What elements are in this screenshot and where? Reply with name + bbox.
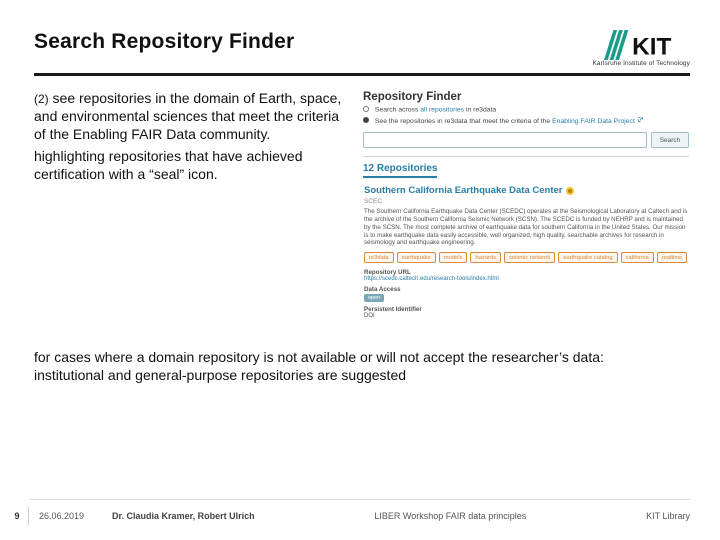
footer-date: 26.06.2019 (39, 511, 84, 521)
lower-p1: for cases where a domain repository is n… (34, 349, 690, 367)
rf-entry-acronym: SCEC (364, 198, 688, 205)
tag[interactable]: re3data (364, 252, 394, 263)
rf-option-all[interactable]: Search across all repositories in re3dat… (363, 106, 689, 115)
body-text-left: (2) see repositories in the domain of Ea… (34, 90, 344, 321)
external-link-icon (637, 116, 644, 123)
paragraph-2: highlighting repositories that have achi… (34, 148, 344, 184)
meta-pid-label: Persistent Identifier (364, 306, 688, 313)
rf-entry-description: The Southern California Earthquake Data … (364, 208, 688, 247)
rf-link-all[interactable]: all repositories (420, 106, 464, 113)
rf-search-button[interactable]: Search (651, 132, 689, 148)
footer-authors: Dr. Claudia Kramer, Robert Ulrich (112, 511, 255, 521)
svg-text:KIT: KIT (632, 33, 671, 60)
rf-search-input[interactable] (363, 132, 647, 148)
rf-entry-title[interactable]: Southern California Earthquake Data Cent… (364, 185, 562, 196)
rf-option-fair[interactable]: See the repositories in re3data that mee… (363, 116, 689, 126)
footer-library: KIT Library (646, 511, 690, 521)
rf-result-count: 12 Repositories (363, 163, 437, 178)
tag[interactable]: models (439, 252, 468, 263)
tag[interactable]: realtime (657, 252, 688, 263)
slide-footer: 9 26.06.2019 Dr. Claudia Kramer, Robert … (0, 492, 720, 540)
kit-logo-subtitle: Karlsruhe Institute of Technology (593, 60, 691, 67)
tag[interactable]: earthquake catalog (558, 252, 617, 263)
lower-p2: institutional and general-purpose reposi… (34, 367, 690, 385)
meta-url[interactable]: https://scedc.caltech.edu/research-tools… (364, 276, 688, 282)
tag[interactable]: california (621, 252, 654, 263)
rf-result-item: Southern California Earthquake Data Cent… (363, 184, 689, 320)
tag[interactable]: earthquake (397, 252, 436, 263)
meta-pid: DOI (364, 313, 688, 319)
meta-url-label: Repository URL (364, 269, 688, 276)
seal-icon (566, 187, 574, 195)
tag[interactable]: seismic network (504, 252, 555, 263)
item-number: (2) (34, 92, 49, 106)
paragraph-1: see repositories in the domain of Earth,… (34, 90, 341, 142)
rf-title: Repository Finder (363, 91, 689, 103)
repository-finder-screenshot: Repository Finder Search across all repo… (362, 90, 690, 321)
rf-entry-meta: Repository URL https://scedc.caltech.edu… (364, 269, 688, 319)
meta-access-label: Data Access (364, 286, 688, 293)
rf-entry-tags: re3data earthquake models hazards seismi… (364, 252, 688, 263)
kit-logo: KIT Karlsruhe Institute of Technology (593, 30, 691, 67)
rf-link-fair[interactable]: Enabling FAIR Data Project (552, 118, 635, 125)
page-number: 9 (6, 507, 29, 525)
tag[interactable]: hazards (470, 252, 501, 263)
lower-paragraph: for cases where a domain repository is n… (34, 349, 690, 385)
slide-header: Search Repository Finder KIT Karlsruhe I… (34, 30, 690, 76)
footer-workshop: LIBER Workshop FAIR data principles (374, 511, 526, 521)
divider (363, 156, 689, 157)
meta-access-badge: open (364, 294, 384, 302)
slide-title: Search Repository Finder (34, 30, 294, 54)
kit-logo-icon: KIT (604, 30, 690, 60)
